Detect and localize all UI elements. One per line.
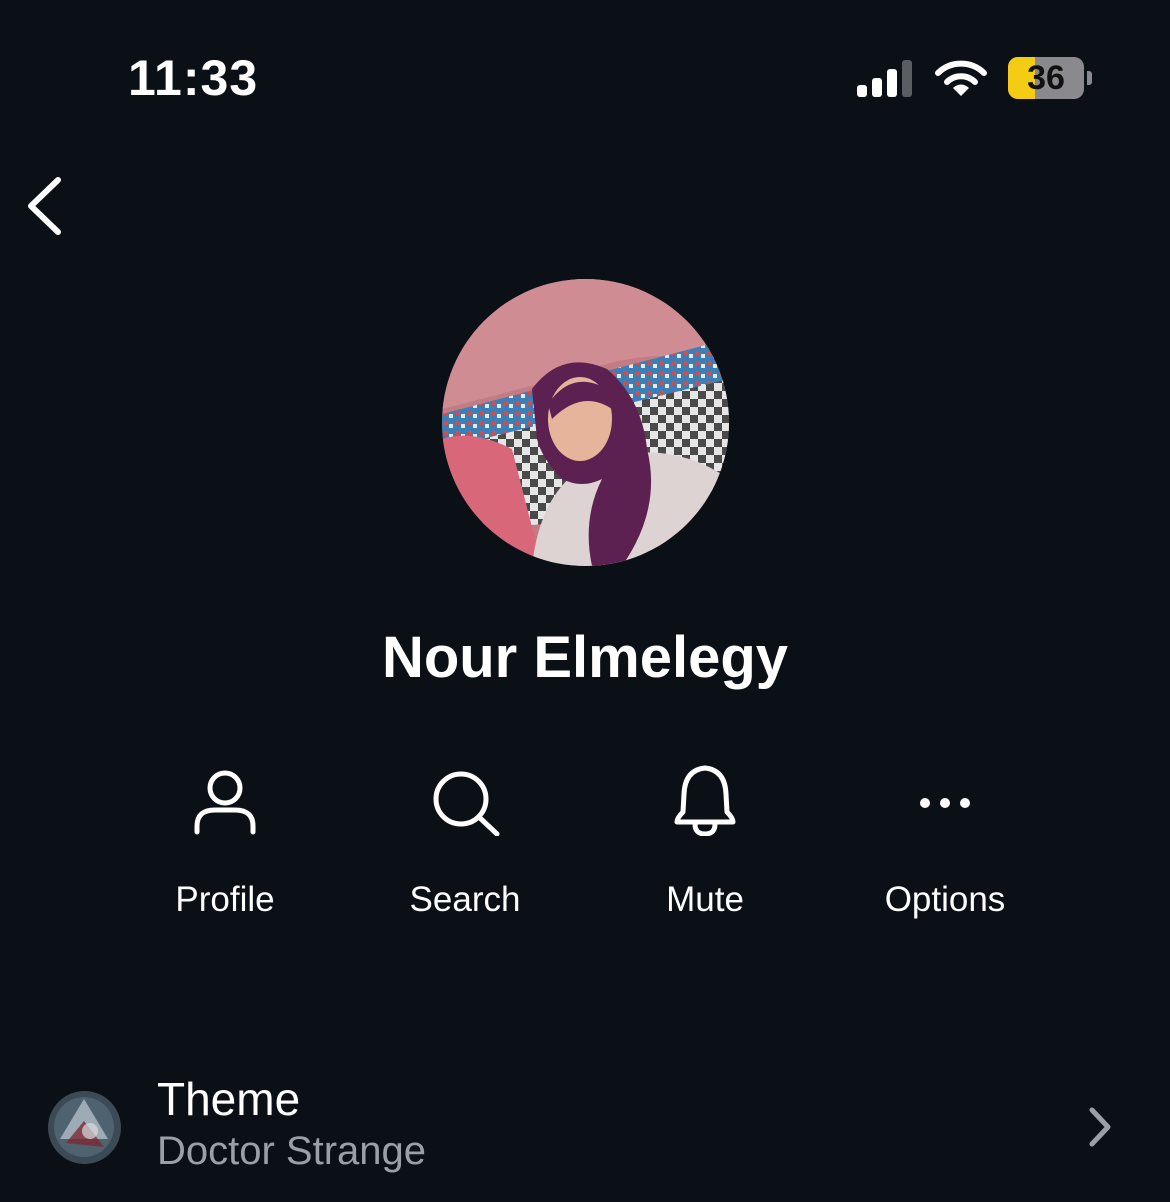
back-button[interactable] [18, 170, 78, 242]
theme-image [48, 1091, 121, 1164]
battery-body: 36 [1008, 57, 1084, 99]
mute-action-label: Mute [666, 880, 744, 919]
profile-action-label: Profile [175, 880, 275, 919]
bell-icon [674, 765, 736, 836]
theme-value: Doctor Strange [157, 1129, 427, 1173]
profile-avatar[interactable] [442, 279, 729, 566]
wifi-icon [935, 60, 987, 96]
battery-indicator: 36 [1008, 57, 1092, 99]
mute-action-button[interactable]: Mute [595, 748, 815, 938]
status-time: 11:33 [128, 50, 259, 106]
chevron-left-icon [28, 177, 61, 235]
profile-name: Nour Elmelegy [381, 625, 789, 690]
theme-thumbnail [48, 1091, 121, 1164]
options-action-button[interactable]: Options [835, 748, 1055, 938]
search-action-button[interactable]: Search [355, 748, 575, 938]
theme-setting-row[interactable]: Theme Doctor Strange [0, 1062, 1170, 1192]
theme-title: Theme [157, 1073, 301, 1125]
magnifier-icon [433, 771, 500, 836]
chevron-right-icon [1089, 1107, 1111, 1147]
ellipsis-icon [920, 798, 970, 808]
search-action-label: Search [409, 880, 521, 919]
person-icon [194, 770, 256, 835]
battery-level: 36 [1027, 59, 1065, 97]
avatar-photo [442, 279, 729, 566]
battery-cap [1087, 71, 1092, 85]
options-action-label: Options [884, 880, 1006, 919]
profile-action-button[interactable]: Profile [115, 748, 335, 938]
cellular-signal-icon [857, 60, 912, 97]
